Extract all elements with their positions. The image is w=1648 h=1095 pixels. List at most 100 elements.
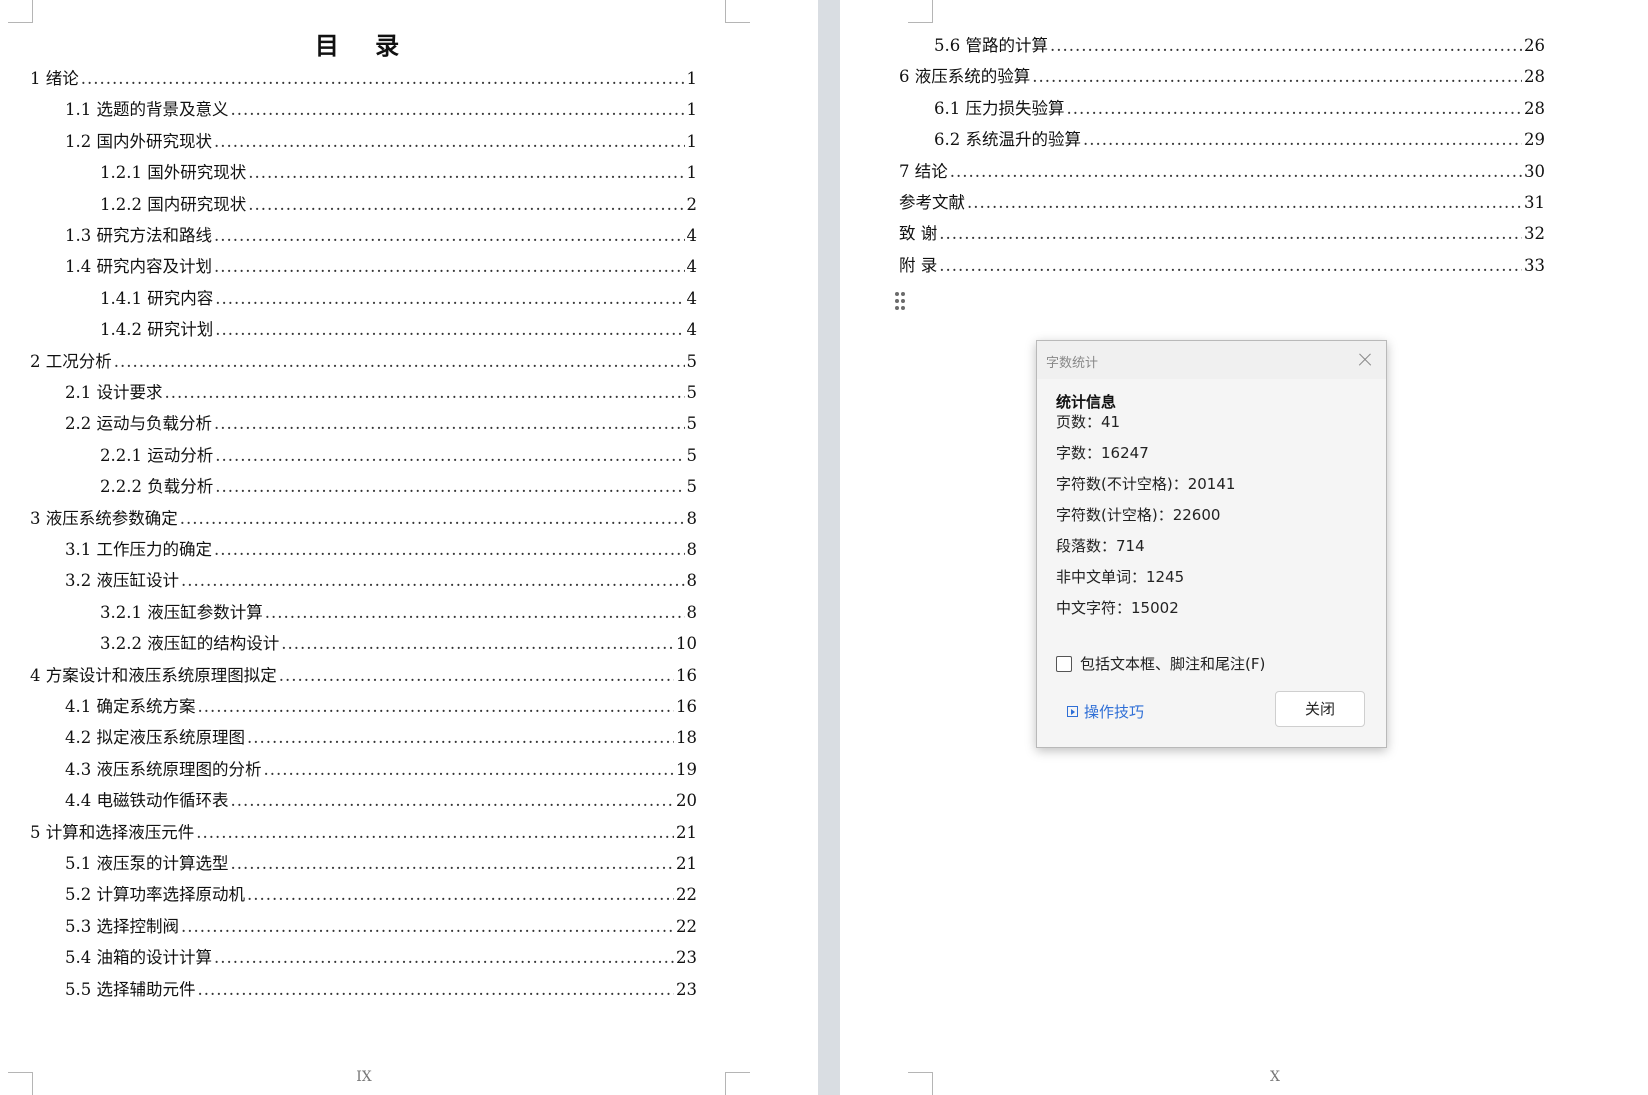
toc-entry[interactable]: 4.1 确定系统方案 16 [65,695,697,719]
toc-entry[interactable]: 1.4 研究内容及计划 4 [65,255,697,279]
toc-entry[interactable]: 6.2 系统温升的验算 29 [934,128,1545,152]
tips-label: 操作技巧 [1084,703,1145,721]
toc-entry-page: 16 [676,665,697,685]
dialog-titlebar[interactable]: 字数统计 [1037,341,1386,379]
toc-entry[interactable]: 2.1 设计要求 5 [65,381,697,405]
toc-title: 目 录 [314,31,414,60]
toc-entry[interactable]: 2.2.2 负载分析 5 [100,475,697,499]
toc-entry-page: 1 [686,100,698,120]
tips-link[interactable]: 操作技巧 [1067,701,1144,722]
toc-entry[interactable]: 3.1 工作压力的确定 8 [65,538,697,562]
toc-entry-page: 2 [686,194,698,214]
stat-label: 非中文单词： [1056,568,1147,586]
toc-entry[interactable]: 1.2.1 国外研究现状 1 [100,161,697,185]
toc-entry[interactable]: 2.2.1 运动分析 5 [100,444,697,468]
close-icon[interactable] [1354,349,1376,371]
toc-entry-page: 19 [676,759,697,779]
toc-entry[interactable]: 1.4.1 研究内容 4 [100,287,697,311]
toc-entry[interactable]: 1.2 国内外研究现状 1 [65,130,697,154]
toc-entry[interactable]: 3 液压系统参数确定 8 [30,507,697,531]
toc-entry[interactable]: 1.2.2 国内研究现状 2 [100,193,697,217]
toc-leader-dots [214,255,685,279]
toc-leader-dots [214,946,674,970]
toc-entry[interactable]: 6 液压系统的验算 28 [899,65,1545,89]
stat-row: 段落数：714 [1056,535,1145,556]
toc-entry-label: 3.1 工作压力的确定 [65,540,212,559]
toc-entry-label: 5.5 选择辅助元件 [65,979,196,999]
toc-entry-label: 7 结论 [899,161,948,181]
toc-leader-dots [214,130,685,154]
toc-entry[interactable]: 5.2 计算功率选择原动机 22 [65,883,697,907]
stat-row: 字符数(计空格)：22600 [1056,504,1220,525]
toc-entry-label: 1.1 选题的背景及意义 [65,100,229,120]
include-textbox-checkbox[interactable] [1056,655,1072,672]
toc-leader-dots [247,726,674,750]
toc-entry-label: 3.2.2 液压缸的结构设计 [100,634,280,654]
toc-entry[interactable]: 5.4 油箱的设计计算 23 [65,946,697,970]
toc-entry-label: 5.4 油箱的设计计算 [65,948,212,968]
stat-label: 页数： [1056,413,1102,431]
checkbox-label: 包括文本框、脚注和尾注(F) [1080,655,1266,673]
toc-entry[interactable]: 1.3 研究方法和路线 4 [65,224,697,248]
toc-entry-page: 31 [1524,193,1545,212]
toc-entry-page: 4 [686,226,698,245]
toc-entry[interactable]: 3.2.1 液压缸参数计算 8 [100,601,697,625]
toc-entry-page: 20 [676,791,697,811]
toc-entry[interactable]: 7 结论 30 [899,160,1545,184]
toc-entry-label: 4.4 电磁铁动作循环表 [65,791,229,811]
dialog-title: 字数统计 [1046,356,1099,371]
include-textbox-option[interactable]: 包括文本框、脚注和尾注(F) [1056,653,1265,674]
margin-corner-mark [725,0,750,23]
toc-entry[interactable]: 2 工况分析 5 [30,350,697,374]
toc-entry[interactable]: 4 方案设计和液压系统原理图拟定 16 [30,664,697,688]
document-page-left: 目 录 1 绪论11.1 选题的背景及意义11.2 国内外研究现状11.2.1 … [0,0,818,1095]
toc-entry[interactable]: 致 谢 32 [899,222,1545,246]
toc-entry[interactable]: 4.4 电磁铁动作循环表 20 [65,789,697,813]
stat-value: 1245 [1146,568,1185,586]
toc-entry-label: 3.2.1 液压缸参数计算 [100,602,263,622]
toc-entry[interactable]: 2.2 运动与负载分析 5 [65,412,697,436]
toc-entry[interactable]: 4.3 液压系统原理图的分析 19 [65,758,697,782]
stat-value: 714 [1116,537,1145,555]
toc-entry-label: 5.1 液压泵的计算选型 [65,854,229,873]
toc-leader-dots [247,883,674,907]
toc-entry[interactable]: 3.2 液压缸设计 8 [65,569,697,593]
toc-entry-label: 3 液压系统参数确定 [30,508,178,528]
toc-entry[interactable]: 5.3 选择控制阀 22 [65,915,697,939]
toc-leader-dots [1032,65,1522,89]
drag-handle-icon[interactable] [895,292,907,314]
stat-value: 15002 [1131,599,1179,617]
stat-row: 字数：16247 [1056,442,1149,463]
toc-leader-dots [215,444,684,468]
toc-entry-label: 4.2 拟定液压系统原理图 [65,728,245,748]
toc-entry-label: 2.1 设计要求 [65,383,163,402]
margin-corner-mark [908,0,933,23]
toc-entry[interactable]: 5 计算和选择液压元件 21 [30,821,697,845]
toc-entry-page: 26 [1524,36,1545,55]
toc-entry[interactable]: 附 录 33 [899,254,1545,278]
toc-entry[interactable]: 5.6 管路的计算 26 [934,34,1545,58]
toc-entry[interactable]: 1.4.2 研究计划 4 [100,318,697,342]
toc-entry-page: 1 [686,163,698,183]
toc-entry[interactable]: 1 绪论 1 [30,67,697,91]
toc-entry[interactable]: 5.1 液压泵的计算选型 21 [65,852,697,876]
close-button[interactable]: 关闭 [1275,691,1365,727]
word-count-dialog: 字数统计 统计信息 页数：41 字数：16247 字符数(不计空格)：20141 字符… [1036,340,1387,748]
margin-corner-mark [8,0,33,23]
toc-entry-page: 33 [1524,255,1545,275]
toc-entry[interactable]: 参考文献 31 [899,191,1545,215]
toc-entry-page: 5 [686,477,698,497]
toc-entry[interactable]: 6.1 压力损失验算 28 [934,97,1545,121]
toc-entry-page: 21 [676,854,697,873]
toc-entry[interactable]: 3.2.2 液压缸的结构设计 10 [100,632,697,656]
toc-leader-dots [279,664,674,688]
toc-entry-page: 8 [686,571,698,591]
toc-entry[interactable]: 4.2 拟定液压系统原理图 18 [65,726,697,750]
toc-entry[interactable]: 5.5 选择辅助元件 23 [65,978,697,1002]
stat-label: 字符数(计空格)： [1056,506,1173,524]
stat-value: 22600 [1172,506,1221,524]
toc-entry[interactable]: 1.1 选题的背景及意义 1 [65,98,697,122]
toc-entry-label: 1.2 国内外研究现状 [65,131,212,151]
toc-leader-dots [196,821,674,845]
toc-entry-page: 1 [686,69,698,88]
